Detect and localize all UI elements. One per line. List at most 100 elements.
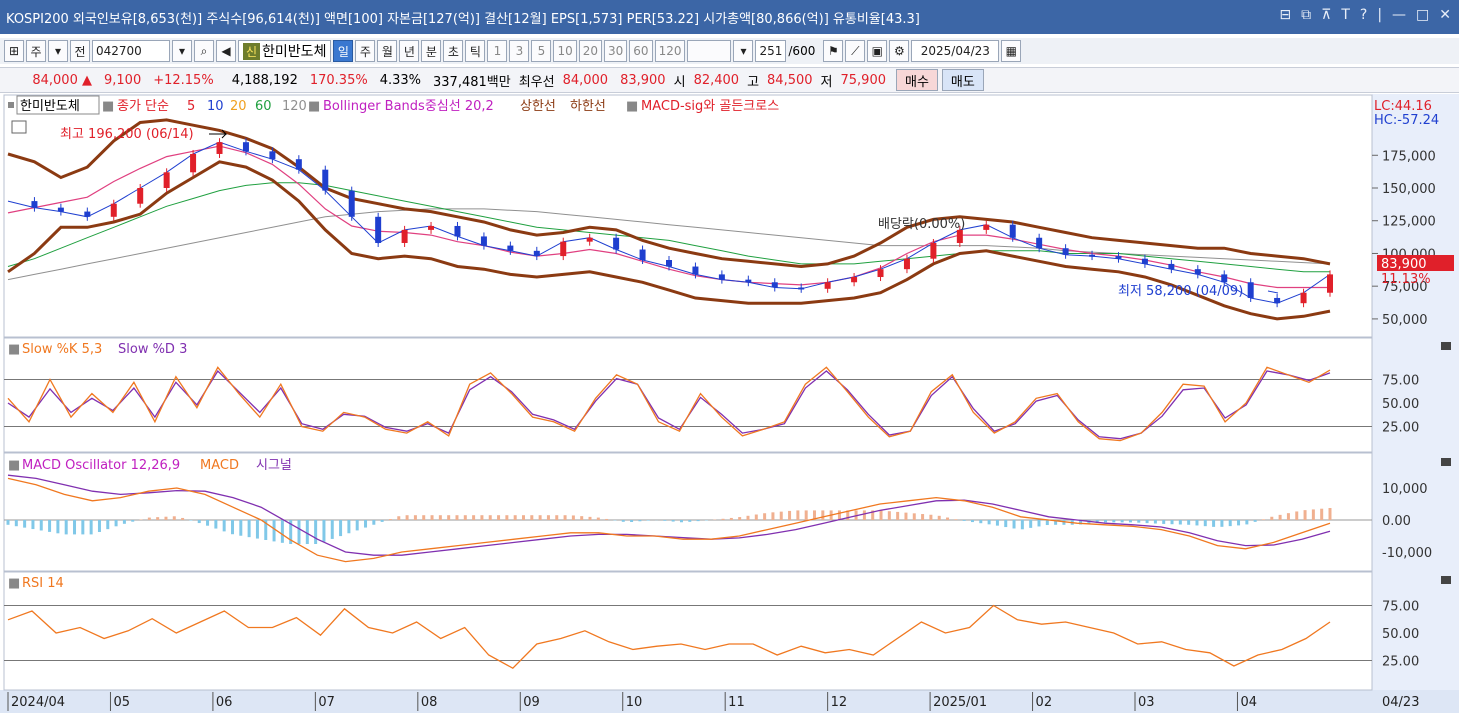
legend-ma5: 5 — [187, 99, 195, 114]
stoch-legend: ■ Slow %K 5,3 Slow %D 3 — [8, 342, 187, 357]
maximize-icon[interactable]: □ — [1416, 7, 1429, 23]
minute-1[interactable]: 1 — [487, 40, 508, 62]
candle-body — [269, 151, 276, 160]
tab-icon[interactable]: ⊞ — [4, 40, 24, 62]
tab-tick[interactable]: 틱 — [465, 40, 486, 62]
pane-menu-icon[interactable] — [1441, 576, 1451, 584]
custom-period-input[interactable] — [687, 40, 732, 62]
bar-count-input[interactable]: 251 — [755, 40, 787, 62]
svg-text:■: ■ — [8, 342, 20, 357]
x-tick-label: 12 — [831, 695, 848, 710]
sound-icon[interactable]: ◀ — [216, 40, 236, 62]
legend-macd: MACD — [200, 458, 239, 473]
x-tick-label: 08 — [421, 695, 438, 710]
minute-30[interactable]: 30 — [604, 40, 628, 62]
candle-body — [242, 142, 249, 152]
candle-body — [507, 245, 514, 251]
buy-button[interactable]: 매수 — [896, 69, 938, 91]
minute-3[interactable]: 3 — [509, 40, 530, 62]
dividend-annotation: 배당락(0.00%) — [878, 217, 965, 232]
candle-body — [851, 277, 858, 283]
svg-text:■: ■ — [626, 99, 638, 114]
search-icon[interactable]: ⌕ — [194, 40, 214, 62]
candle-body — [639, 249, 646, 260]
minute-10[interactable]: 10 — [553, 40, 577, 62]
tab-yearly[interactable]: 년 — [399, 40, 420, 62]
candle-body — [190, 153, 197, 173]
candle-body — [348, 190, 355, 217]
stock-name: 한미반도체 — [262, 44, 327, 60]
tab-daily[interactable]: 일 — [333, 40, 354, 62]
rsi-tick-label: 75.00 — [1382, 600, 1419, 615]
help-icon[interactable]: ? — [1360, 7, 1367, 23]
stock-code-input[interactable]: 042700 — [92, 40, 170, 62]
current-date-label: 04/23 — [1382, 695, 1419, 710]
minute-60[interactable]: 60 — [629, 40, 653, 62]
stock-chart[interactable]: 한미반도체 ■ 종가 단순 5 10 20 60 120 ■ Bollinger… — [0, 94, 1459, 713]
pane-menu-icon[interactable] — [1441, 458, 1451, 466]
save-icon[interactable]: ▣ — [867, 40, 888, 62]
chevron-down-icon[interactable]: ▾ — [172, 40, 192, 62]
period-select[interactable]: 주 — [26, 40, 46, 62]
candle-body — [1247, 282, 1254, 298]
layout-icon[interactable]: ⊟ — [1279, 7, 1291, 23]
stoch-axis: 75.00 50.00 25.00 — [1382, 374, 1419, 436]
low-annotation: 최저 58,200 (04/09) — [1118, 284, 1243, 299]
indicator-icon[interactable]: ⚑ — [823, 40, 844, 62]
close-icon[interactable]: ✕ — [1439, 7, 1451, 23]
tab-minute[interactable]: 분 — [421, 40, 442, 62]
lc-label: LC:44.16 — [1374, 99, 1432, 114]
open-price: 82,400 — [693, 72, 740, 88]
svg-text:■: ■ — [8, 576, 20, 591]
candle-body — [480, 236, 487, 246]
legend-bb: Bollinger Bands중심선 20,2 — [323, 99, 494, 114]
chevron-down-icon[interactable]: ▾ — [733, 40, 754, 62]
low-label: 저 — [820, 74, 833, 90]
x-tick-label: 2024/04 — [11, 695, 65, 710]
pane-menu-icon[interactable] — [1441, 342, 1451, 350]
pin-icon[interactable]: ⊼ — [1321, 7, 1331, 23]
candle-body — [31, 201, 38, 208]
volume: 4,188,192 — [231, 72, 298, 88]
chevron-down-icon[interactable]: ▾ — [48, 40, 68, 62]
candle-body — [216, 142, 223, 154]
divider: | — [1377, 7, 1383, 23]
minute-120[interactable]: 120 — [654, 40, 686, 62]
quote-bar: 84,000 ▲ 9,100 +12.15% 4,188,192 170.35%… — [0, 67, 1459, 93]
candle-body — [137, 188, 144, 204]
trendline-icon[interactable]: ⟋ — [845, 40, 866, 62]
tab-monthly[interactable]: 월 — [377, 40, 398, 62]
candle-body — [1141, 258, 1148, 264]
svg-text:■: ■ — [102, 99, 114, 114]
minimize-icon[interactable]: — — [1392, 7, 1406, 23]
x-tick-label: 02 — [1036, 695, 1053, 710]
stock-name-box[interactable]: 신 한미반도체 — [238, 40, 332, 62]
minute-5[interactable]: 5 — [531, 40, 552, 62]
tab-weekly[interactable]: 주 — [355, 40, 376, 62]
calendar-icon[interactable]: ▦ — [1001, 40, 1022, 62]
restore-icon[interactable]: ⧉ — [1301, 7, 1311, 23]
candle-body — [771, 282, 778, 288]
legend-ma10: 10 — [207, 99, 224, 114]
x-tick-label: 05 — [113, 695, 130, 710]
tab-second[interactable]: 초 — [443, 40, 464, 62]
rsi-legend: ■ RSI 14 — [8, 576, 64, 591]
minute-20[interactable]: 20 — [578, 40, 603, 62]
rsi-axis: 75.00 50.00 25.00 — [1382, 600, 1419, 670]
candle-body — [930, 242, 937, 259]
candle-body — [454, 225, 461, 237]
gear-icon[interactable]: ⚙ — [889, 40, 910, 62]
candle-body — [1300, 292, 1307, 304]
svg-text:■: ■ — [8, 458, 20, 473]
stoch-tick-label: 25.00 — [1382, 421, 1419, 436]
x-tick-label: 07 — [318, 695, 335, 710]
date-input[interactable]: 2025/04/23 — [911, 40, 1000, 62]
market-select[interactable]: 전 — [70, 40, 90, 62]
legend-signal: 시그널 — [256, 458, 292, 473]
font-icon[interactable]: T — [1341, 7, 1350, 23]
window-title: KOSPI200 외국인보유[8,653(천)] 주식수[96,614(천)] … — [6, 11, 920, 27]
x-tick-label: 10 — [626, 695, 643, 710]
legend-bb-upper: 상한선 — [520, 99, 556, 114]
sell-button[interactable]: 매도 — [941, 69, 984, 91]
volume-ratio: 170.35% — [309, 72, 368, 88]
